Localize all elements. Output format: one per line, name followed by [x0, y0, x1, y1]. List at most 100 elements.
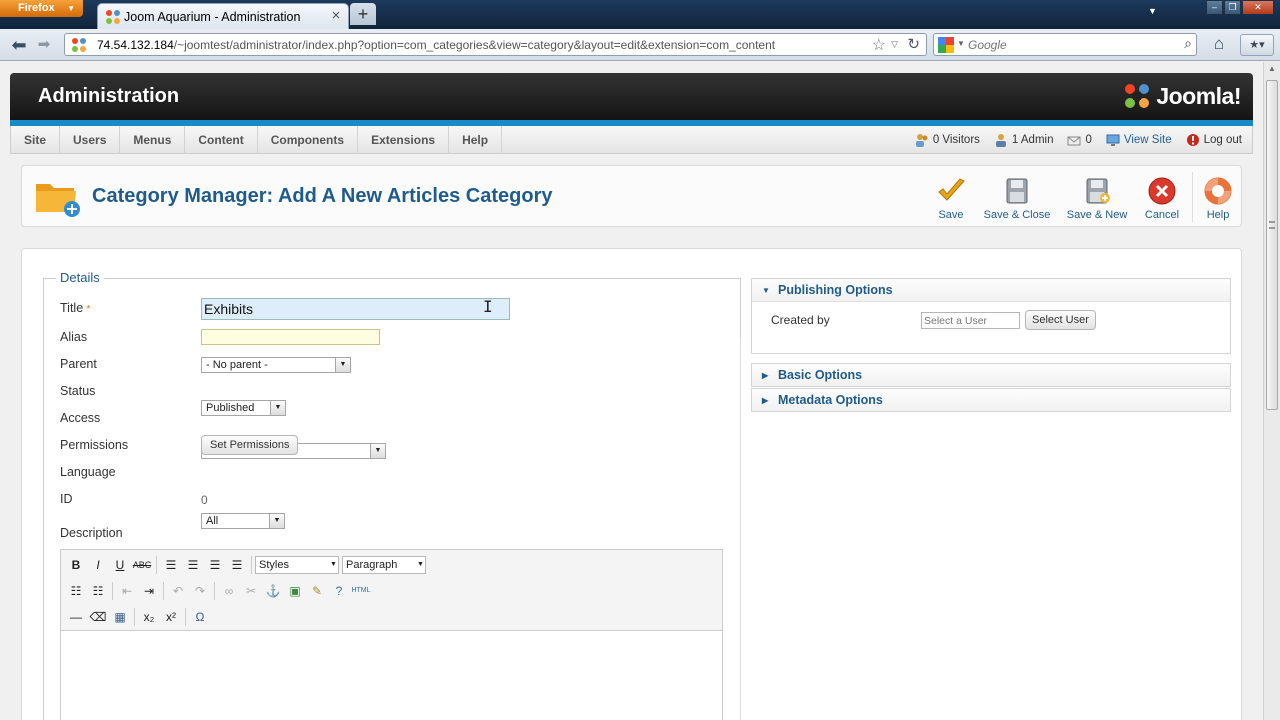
menu-item-site[interactable]: Site	[11, 126, 61, 154]
created-by-input[interactable]	[921, 312, 1020, 329]
search-bar[interactable]: ▼ ⌕	[933, 33, 1197, 56]
align-center-icon[interactable]: ☰	[182, 555, 204, 575]
help-button[interactable]: Help	[1198, 176, 1238, 221]
search-input[interactable]	[968, 36, 1168, 53]
browser-tab[interactable]: Joom Aquarium - Administration ×	[97, 3, 349, 29]
scrollbar-thumb[interactable]	[1266, 80, 1278, 410]
menu-item-help[interactable]: Help	[449, 126, 503, 154]
bold-icon[interactable]: B	[65, 555, 87, 575]
search-engine-dropdown-icon[interactable]: ▼	[957, 39, 965, 48]
eraser-icon[interactable]: ⌫	[87, 607, 109, 627]
format-select[interactable]: Paragraph ▼	[342, 556, 426, 574]
align-left-icon[interactable]: ☰	[160, 555, 182, 575]
insert-image-icon[interactable]: ▣	[284, 581, 306, 601]
undo-icon[interactable]: ↶	[167, 581, 189, 601]
logout-icon	[1186, 134, 1199, 146]
url-bar[interactable]: 74.54.132.184/~joomtest/administrator/in…	[64, 33, 927, 56]
parent-select[interactable]: - No parent - ▼	[201, 357, 351, 373]
cancel-button[interactable]: Cancel	[1139, 176, 1185, 221]
basic-options-panel: ▶ Basic Options	[751, 363, 1231, 387]
site-identity-icon[interactable]	[71, 37, 87, 53]
editor-separator	[156, 556, 157, 574]
search-icon[interactable]: ⌕	[1184, 35, 1192, 52]
save-close-button[interactable]: Save & Close	[980, 176, 1054, 221]
link-icon[interactable]: ∞	[218, 581, 240, 601]
menu-item-users[interactable]: Users	[60, 126, 121, 154]
bookmarks-button[interactable]: ★▾	[1240, 34, 1274, 56]
metadata-options-header[interactable]: ▶ Metadata Options	[752, 389, 1230, 411]
save-button[interactable]: Save	[929, 176, 973, 221]
save-new-button[interactable]: Save & New	[1062, 176, 1132, 221]
horizontal-rule-icon[interactable]: —	[65, 607, 87, 627]
underline-icon[interactable]: U	[109, 555, 131, 575]
logout-link[interactable]: Log out	[1186, 133, 1242, 147]
new-tab-button[interactable]: +	[350, 3, 376, 25]
unlink-icon[interactable]: ✂	[240, 581, 262, 601]
admins-status: 1 Admin	[994, 133, 1053, 147]
messages-status[interactable]: 0	[1067, 133, 1092, 147]
scroll-up-icon[interactable]: ▲	[1268, 64, 1276, 73]
minimize-icon[interactable]: –	[1206, 0, 1223, 15]
help-icon[interactable]: ?	[328, 581, 350, 601]
indent-icon[interactable]: ⇥	[138, 581, 160, 601]
google-engine-icon[interactable]	[938, 37, 954, 53]
close-tab-icon[interactable]: ×	[329, 7, 343, 24]
home-icon[interactable]: ⌂	[1206, 34, 1232, 56]
text-cursor-icon: I	[483, 297, 493, 316]
details-fieldset: Details Title * Alias Parent - No parent…	[43, 270, 741, 720]
numbered-list-icon[interactable]: ☷	[87, 581, 109, 601]
anchor-icon[interactable]: ⚓	[262, 581, 284, 601]
align-justify-icon[interactable]: ☰	[226, 555, 248, 575]
language-label: Language	[60, 465, 116, 479]
tab-list-icon[interactable]: ▼	[1148, 6, 1157, 16]
menu-item-components[interactable]: Components	[258, 126, 359, 154]
save-label: Save	[938, 209, 964, 221]
menu-item-menus[interactable]: Menus	[120, 126, 186, 154]
joomla-favicon-icon	[106, 10, 120, 24]
cleanup-brush-icon[interactable]: ✎	[306, 581, 328, 601]
description-label: Description	[60, 526, 123, 540]
save-close-label: Save & Close	[983, 209, 1051, 221]
publishing-options-header[interactable]: ▼ Publishing Options	[752, 279, 1230, 301]
page-scrollbar[interactable]: ▲	[1263, 62, 1280, 720]
checkmark-icon	[938, 178, 965, 201]
menu-item-content[interactable]: Content	[185, 126, 258, 154]
html-source-icon[interactable]: HTML	[350, 581, 372, 601]
menu-item-extensions[interactable]: Extensions	[358, 126, 450, 154]
maximize-icon[interactable]: ❐	[1224, 0, 1241, 15]
firefox-menu-button[interactable]: Firefox ▼	[0, 0, 83, 17]
page-title: Category Manager: Add A New Articles Cat…	[92, 185, 553, 207]
bullet-list-icon[interactable]: ☷	[65, 581, 87, 601]
strikethrough-icon[interactable]: ABC	[131, 555, 153, 575]
italic-icon[interactable]: I	[87, 555, 109, 575]
back-arrow-icon[interactable]: ⬅	[8, 35, 30, 55]
language-select[interactable]: All ▼	[201, 513, 285, 529]
set-permissions-button[interactable]: Set Permissions	[201, 435, 299, 455]
forward-arrow-icon[interactable]: ➡	[33, 35, 55, 55]
basic-options-header[interactable]: ▶ Basic Options	[752, 364, 1230, 386]
editor-content-area[interactable]	[61, 630, 722, 720]
styles-select[interactable]: Styles ▼	[255, 556, 339, 574]
select-user-button[interactable]: Select User	[1025, 310, 1096, 330]
table-icon[interactable]: ▦	[109, 607, 131, 627]
admin-user-icon	[995, 134, 1006, 147]
alias-input[interactable]	[201, 329, 380, 345]
title-input[interactable]	[201, 298, 510, 320]
bookmark-star-icon[interactable]: ☆	[872, 35, 886, 55]
subscript-icon[interactable]: x₂	[138, 607, 160, 627]
reload-icon[interactable]: ↻	[907, 35, 920, 53]
outdent-icon[interactable]: ⇤	[116, 581, 138, 601]
status-select[interactable]: Published ▼	[201, 400, 286, 416]
url-history-dropdown-icon[interactable]: ▽	[891, 39, 898, 50]
superscript-icon[interactable]: x²	[160, 607, 182, 627]
redo-icon[interactable]: ↷	[189, 581, 211, 601]
special-character-icon[interactable]: Ω	[189, 607, 211, 627]
window-close-icon[interactable]: ✕	[1242, 0, 1274, 15]
editor-separator	[134, 608, 135, 626]
url-host: 74.54.132.184	[97, 38, 174, 52]
view-site-link[interactable]: View Site	[1106, 133, 1172, 147]
title-label: Title	[60, 301, 84, 315]
required-marker: *	[86, 304, 91, 315]
url-text: 74.54.132.184/~joomtest/administrator/in…	[97, 38, 775, 52]
align-right-icon[interactable]: ☰	[204, 555, 226, 575]
